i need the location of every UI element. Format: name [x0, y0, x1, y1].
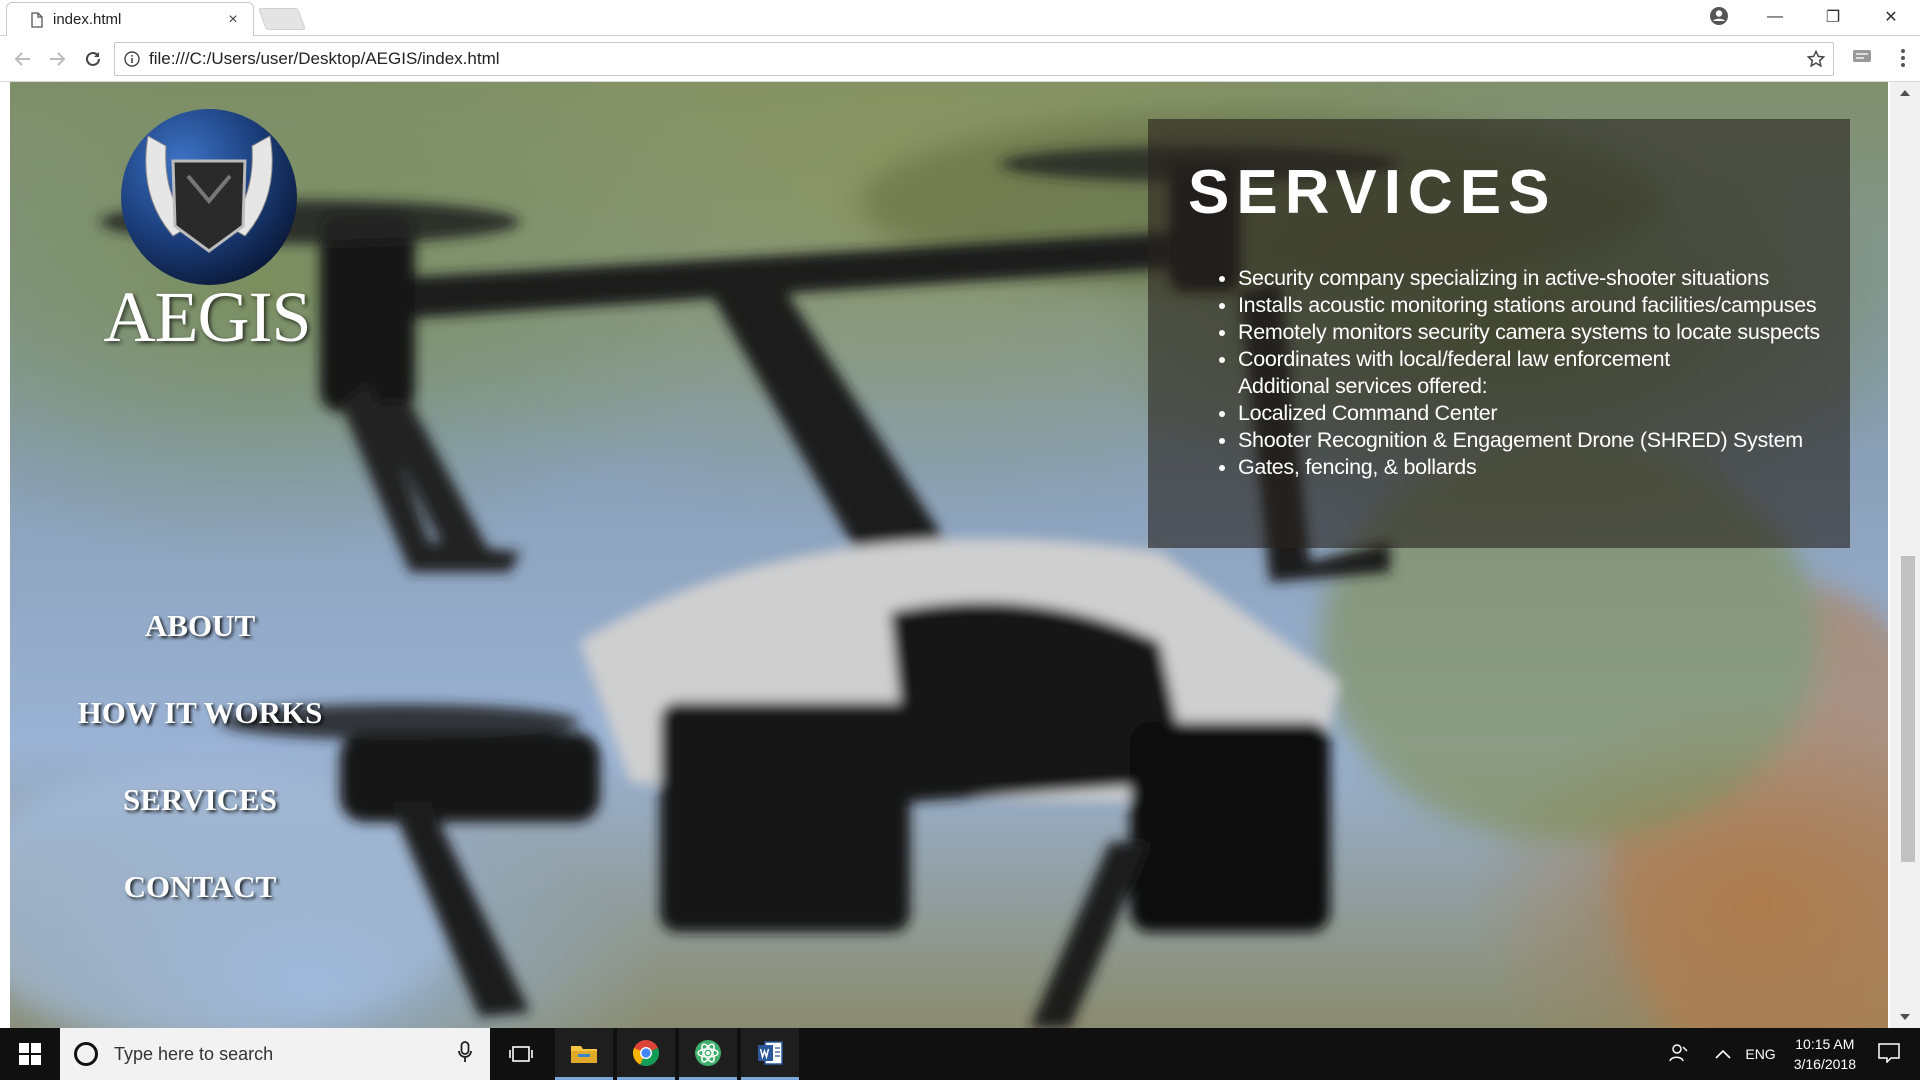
- word-icon[interactable]: [741, 1028, 799, 1080]
- scroll-down-arrow-icon[interactable]: [1900, 1014, 1910, 1020]
- tab-strip: index.html × — ❐ ✕: [0, 0, 1920, 36]
- page-icon: [31, 11, 43, 28]
- back-arrow-icon[interactable]: [10, 46, 36, 72]
- star-icon[interactable]: [1799, 50, 1833, 68]
- clock-date: 3/16/2018: [1793, 1056, 1856, 1072]
- service-item: Coordinates with local/federal law enfor…: [1238, 346, 1828, 373]
- tab-index[interactable]: index.html ×: [6, 2, 254, 36]
- new-tab-button[interactable]: [257, 8, 307, 30]
- scroll-up-arrow-icon[interactable]: [1900, 90, 1910, 96]
- microphone-icon[interactable]: [458, 1040, 472, 1068]
- window-controls: — ❐ ✕: [1746, 0, 1920, 34]
- service-item: Localized Command Center: [1238, 400, 1828, 427]
- nav-link-about[interactable]: ABOUT: [10, 582, 390, 669]
- task-view-icon[interactable]: [492, 1028, 550, 1080]
- minimize-button[interactable]: —: [1746, 0, 1804, 34]
- nav-link-services[interactable]: SERVICES: [10, 756, 390, 843]
- tab-close-icon[interactable]: ×: [221, 11, 245, 29]
- notification-icon[interactable]: [1878, 1042, 1900, 1066]
- chrome-icon[interactable]: [617, 1028, 675, 1080]
- taskbar-search-box[interactable]: Type here to search: [60, 1028, 490, 1080]
- restore-button[interactable]: ❐: [1804, 0, 1862, 34]
- shield-wings-logo-icon: [121, 109, 297, 285]
- service-item: Installs acoustic monitoring stations ar…: [1238, 292, 1828, 319]
- windows-taskbar: Type here to search ENG 10:15 AM 3/16/20…: [0, 1028, 1920, 1080]
- service-item: Shooter Recognition & Engagement Drone (…: [1238, 427, 1828, 454]
- page-left-margin: [0, 82, 10, 1028]
- tab-title: index.html: [53, 11, 122, 28]
- url-text[interactable]: file:///C:/Users/user/Desktop/AEGIS/inde…: [149, 49, 1799, 69]
- logo-wordmark: AEGIS: [103, 277, 312, 357]
- close-window-button[interactable]: ✕: [1862, 0, 1920, 34]
- service-item: Security company specializing in active-…: [1238, 265, 1828, 292]
- atom-icon[interactable]: [679, 1028, 737, 1080]
- vertical-scrollbar[interactable]: [1890, 82, 1920, 1028]
- address-bar[interactable]: file:///C:/Users/user/Desktop/AEGIS/inde…: [114, 42, 1834, 76]
- search-circle-icon: [74, 1042, 98, 1066]
- windows-start-icon[interactable]: [0, 1028, 60, 1080]
- info-icon[interactable]: [115, 51, 149, 67]
- page-viewport: AEGIS ABOUT HOW IT WORKS SERVICES CONTAC…: [10, 82, 1888, 1028]
- nav-link-contact[interactable]: CONTACT: [10, 843, 390, 930]
- additional-services-label: Additional services offered:: [1238, 374, 1488, 398]
- system-tray: ENG 10:15 AM 3/16/2018: [1669, 1028, 1920, 1080]
- reload-icon[interactable]: [80, 46, 106, 72]
- services-heading: SERVICES: [1188, 158, 1557, 227]
- services-list: Security company specializing in active-…: [1188, 265, 1828, 481]
- side-navigation: ABOUT HOW IT WORKS SERVICES CONTACT: [10, 582, 390, 930]
- service-item: Gates, fencing, & bollards: [1238, 454, 1828, 481]
- search-placeholder: Type here to search: [114, 1043, 274, 1064]
- taskbar-clock[interactable]: 10:15 AM 3/16/2018: [1794, 1034, 1856, 1074]
- clock-time: 10:15 AM: [1795, 1036, 1855, 1052]
- kebab-menu-icon[interactable]: [1900, 47, 1906, 74]
- service-item: Remotely monitors security camera system…: [1238, 319, 1828, 346]
- profile-icon[interactable]: [1708, 5, 1730, 27]
- extension-icon[interactable]: [1852, 49, 1872, 70]
- language-indicator[interactable]: ENG: [1745, 1046, 1775, 1062]
- people-icon[interactable]: [1669, 1043, 1689, 1066]
- aegis-logo[interactable]: AEGIS: [92, 106, 322, 368]
- file-explorer-icon[interactable]: [555, 1028, 613, 1080]
- scrollbar-thumb[interactable]: [1901, 556, 1915, 862]
- browser-toolbar: file:///C:/Users/user/Desktop/AEGIS/inde…: [0, 36, 1920, 82]
- nav-link-how-it-works[interactable]: HOW IT WORKS: [10, 669, 390, 756]
- forward-arrow-icon[interactable]: [44, 46, 70, 72]
- services-panel: SERVICES Security company specializing i…: [1148, 119, 1850, 548]
- chevron-up-icon[interactable]: [1715, 1046, 1731, 1062]
